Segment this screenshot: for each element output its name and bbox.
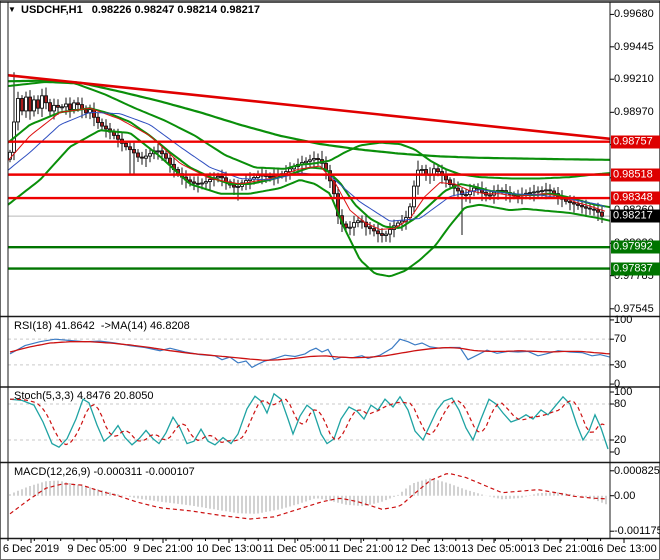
candle-body: [136, 152, 140, 158]
candle-body: [380, 233, 384, 236]
candle-body: [144, 155, 148, 159]
candle-body: [436, 168, 440, 173]
candle-body: [312, 158, 316, 161]
candle-body: [316, 158, 320, 161]
candle-body: [544, 189, 548, 192]
candle-body: [584, 206, 588, 209]
candle-body: [60, 106, 64, 109]
candle-body: [32, 99, 36, 112]
candle-body: [536, 190, 540, 193]
candle-body: [416, 169, 420, 187]
candle-body: [128, 146, 132, 151]
candle-body: [208, 179, 212, 183]
candle-body: [348, 226, 352, 229]
candle-body: [572, 202, 576, 205]
candle-body: [488, 194, 492, 197]
stoch-k-line: [9, 392, 609, 450]
candle-body: [20, 98, 24, 112]
candle-body: [76, 102, 80, 106]
candle-body: [164, 153, 168, 159]
candle-body: [140, 156, 144, 159]
candle-body: [100, 122, 104, 127]
candle-body: [204, 181, 208, 184]
candle-body: [444, 174, 448, 181]
candle-body: [236, 185, 240, 188]
candle-body: [68, 103, 72, 110]
bb-lower-line: [8, 129, 610, 278]
candle-body: [160, 150, 164, 155]
macd-panel: [9, 472, 607, 520]
candle-body: [92, 109, 96, 118]
candle-body: [384, 233, 388, 236]
candle-body: [376, 230, 380, 235]
candle-body: [580, 204, 584, 208]
candle-body: [568, 200, 572, 204]
candle-body: [104, 125, 108, 130]
candle-body: [576, 203, 580, 206]
candle-body: [24, 96, 28, 112]
candle-body: [528, 192, 532, 195]
candle-body: [216, 175, 220, 179]
candle-body: [588, 207, 592, 210]
rsi-line: [9, 338, 610, 369]
rsi-panel: [9, 338, 610, 369]
candle-body: [548, 189, 552, 192]
candle-body: [600, 211, 604, 217]
price-panel: [8, 72, 612, 278]
candle-body: [124, 142, 128, 148]
candle-body: [304, 160, 308, 164]
candle-body: [268, 175, 272, 178]
candle-body: [388, 229, 392, 235]
candle-body: [220, 175, 224, 179]
candle-body: [44, 95, 48, 104]
candle-body: [56, 104, 60, 108]
candle-body: [72, 102, 76, 110]
candle-body: [408, 206, 412, 219]
candle-body: [196, 182, 200, 185]
candle-body: [200, 182, 204, 185]
candle-body: [64, 103, 68, 108]
candle-body: [16, 98, 20, 123]
chart-frame: [0, 1, 660, 543]
candle-body: [48, 102, 52, 112]
candle-body: [84, 109, 88, 114]
candle-body: [372, 228, 376, 232]
candle-body: [36, 99, 40, 109]
candle-body: [412, 185, 416, 208]
candle-body: [52, 104, 56, 112]
candle-body: [156, 150, 160, 153]
stoch-panel: [9, 392, 609, 450]
candle-body: [148, 153, 152, 157]
candle-body: [368, 226, 372, 230]
candle-body: [420, 169, 424, 171]
candle-body: [288, 168, 292, 173]
candle-body: [456, 187, 460, 192]
candle-body: [356, 220, 360, 224]
candle-body: [596, 209, 600, 213]
candle-body: [232, 184, 236, 188]
candle-body: [540, 190, 544, 193]
macd-signal-line: [9, 472, 607, 520]
candle-body: [96, 116, 100, 123]
trend-line[interactable]: [8, 73, 612, 141]
candle-body: [28, 96, 32, 112]
candle-body: [352, 222, 356, 228]
candle-body: [132, 149, 136, 154]
candle-body: [464, 194, 468, 197]
candle-body: [192, 181, 196, 184]
candle-body: [532, 191, 536, 194]
candle-body: [40, 95, 44, 109]
chart-canvas[interactable]: [0, 0, 660, 560]
candle-body: [116, 134, 120, 140]
mt4-chart-window: ▼ USDCHF,H1 0.98226 0.98247 0.98214 0.982…: [0, 0, 660, 560]
candle-body: [308, 159, 312, 162]
candle-body: [592, 208, 596, 211]
